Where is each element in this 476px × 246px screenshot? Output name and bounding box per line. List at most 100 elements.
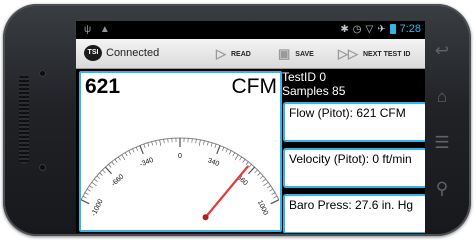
samples-text: Samples 85 — [282, 84, 346, 98]
proximity-sensor — [39, 164, 46, 171]
gauge-tick — [82, 195, 87, 199]
gauge-tick — [232, 152, 236, 157]
gauge-needle-hub — [202, 214, 209, 221]
next-test-id-button[interactable]: ▷▷ NEXT TEST ID — [338, 47, 410, 61]
gauge-tick-label: 1000 — [256, 199, 269, 216]
dial-gauge: -1000 -660 -340 0 340 660 1000 — [81, 137, 280, 221]
gauge-tick — [151, 141, 153, 146]
gauge-tick — [221, 146, 225, 151]
gauge-tick — [91, 182, 97, 187]
velocity-field[interactable]: Velocity (Pitot): 0 ft/min — [283, 148, 425, 188]
save-label: SAVE — [295, 50, 314, 58]
gauge-tick — [96, 175, 101, 179]
home-softkey-icon[interactable]: ⌂ — [431, 88, 453, 106]
gauge-tick — [155, 140, 157, 145]
bluetooth-icon: ✱ — [340, 23, 349, 35]
device-screen: ψ ▲ ✱ ◷ ▽ ✈ 7:28 TSI Connected ▷ READ ▣ … — [76, 21, 425, 233]
gauge-tick — [121, 154, 126, 160]
gauge-tick — [263, 182, 269, 187]
gauge-tick — [94, 178, 98, 182]
read-label: READ — [231, 50, 251, 58]
gauge-tick — [239, 156, 242, 161]
gauge-tick — [259, 175, 264, 179]
gauge-tick — [132, 148, 135, 153]
save-icon: ▣ — [278, 46, 291, 61]
gauge-needle — [204, 165, 249, 219]
gauge-tick — [99, 172, 103, 176]
gauge-tick — [114, 159, 118, 163]
gauge-tick — [271, 192, 276, 195]
connection-status: Connected — [106, 47, 160, 59]
gauge-tick — [108, 164, 112, 168]
gauge-tick — [195, 139, 197, 144]
gauge-tick — [257, 172, 261, 176]
gauge-tick — [128, 150, 131, 155]
save-button[interactable]: ▣ SAVE — [278, 47, 314, 61]
gauge-tick — [245, 161, 249, 166]
gauge-tick — [139, 145, 144, 155]
gauge-tick — [207, 141, 209, 146]
tsi-logo-icon: TSI — [84, 45, 102, 61]
gauge-tick-label: 340 — [207, 157, 221, 168]
flow-text: Flow (Pitot): 621 CFM — [289, 106, 406, 120]
status-bar: ψ ▲ ✱ ◷ ▽ ✈ 7:28 — [76, 21, 425, 39]
gauge-tick — [81, 199, 90, 205]
gauge-tick — [225, 148, 228, 153]
read-button[interactable]: ▷ READ — [216, 47, 251, 61]
play-icon: ▷ — [216, 46, 226, 61]
gauge-tick — [111, 161, 115, 166]
gauge-tick-label: 660 — [235, 174, 248, 187]
action-bar: TSI Connected ▷ READ ▣ SAVE ▷▷ NEXT TEST… — [76, 39, 425, 69]
alarm-icon: ◷ — [352, 23, 362, 35]
readings-column: TestID 0 Samples 85 Flow (Pitot): 621 CF… — [282, 69, 425, 233]
speaker-grille — [19, 74, 29, 164]
baro-field[interactable]: Baro Press: 27.6 in. Hg — [283, 194, 425, 233]
search-softkey-icon[interactable]: ⚲ — [431, 180, 453, 198]
gauge-tick — [198, 139, 201, 146]
flow-field[interactable]: Flow (Pitot): 621 CFM — [283, 102, 425, 142]
gauge-tick — [102, 169, 106, 173]
gauge-panel: 621 CFM -1000 -660 -340 0 340 660 1000 — [79, 71, 282, 232]
notification-icons: ψ ▲ — [84, 24, 113, 35]
front-camera — [39, 70, 46, 77]
airplane-icon: ✈ — [377, 23, 386, 35]
fast-forward-icon: ▷▷ — [338, 46, 358, 61]
gauge-unit: CFM — [231, 75, 278, 98]
gauge-tick — [105, 166, 112, 175]
gauge-tick — [118, 156, 121, 161]
gauge-tick — [242, 159, 246, 163]
menu-softkey-icon[interactable]: ☰ — [431, 134, 453, 152]
gauge-tick — [84, 192, 89, 195]
gauge-tick — [135, 146, 139, 151]
gauge-tick — [214, 144, 217, 148]
test-id-text: TestID 0 — [282, 70, 327, 84]
battery-icon — [389, 24, 396, 34]
main-content: 621 CFM -1000 -660 -340 0 340 660 1000 TestID … — [76, 69, 425, 233]
gauge-tick — [203, 140, 205, 145]
gauge-arc — [81, 137, 280, 200]
gauge-tick — [229, 150, 232, 155]
next-test-id-label: NEXT TEST ID — [363, 50, 411, 58]
gauge-tick — [86, 188, 91, 192]
gauge-tick-label: -660 — [110, 173, 125, 188]
gauge-tick — [262, 178, 266, 182]
gauge-tick — [143, 144, 146, 148]
velocity-text: Velocity (Pitot): 0 ft/min — [289, 152, 412, 166]
gauge-tick — [163, 139, 165, 144]
wifi-icon: ▽ — [365, 23, 374, 35]
gauge-tick — [267, 185, 271, 189]
gauge-tick — [216, 145, 221, 155]
gauge-tick — [234, 154, 239, 160]
gauge-tick — [273, 195, 278, 199]
phone-frame: ↩ ⌂ ☰ ⚲ ψ ▲ ✱ ◷ ▽ ✈ 7:28 TSI Connected ▷… — [3, 4, 471, 236]
gauge-tick — [89, 185, 93, 189]
gauge-tick — [248, 166, 255, 175]
gauge-tick — [269, 188, 274, 192]
gauge-tick-label: -340 — [139, 157, 155, 169]
back-softkey-icon[interactable]: ↩ — [431, 42, 453, 60]
gauge-tick — [270, 199, 280, 205]
gauge-tick-label: 0 — [178, 153, 182, 160]
status-time: 7:28 — [399, 23, 421, 35]
gauge-tick — [254, 169, 258, 173]
gauge-tick — [159, 139, 162, 146]
